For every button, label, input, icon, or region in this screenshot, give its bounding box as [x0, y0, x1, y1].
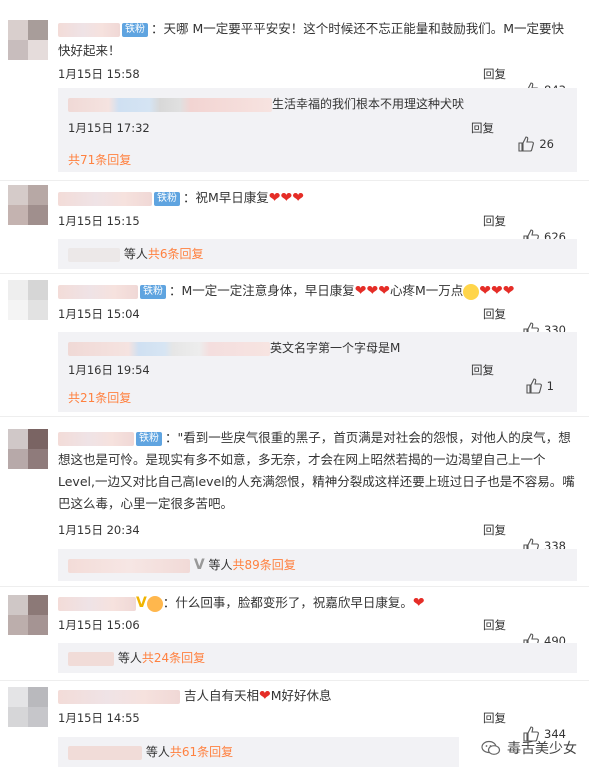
sad-face-emoji	[463, 283, 480, 300]
comment-text: 铁粉 ：天哪 M一定要平平安安！这个时候还不忘正能量和鼓励我们。M一定要快快好起来…	[58, 21, 565, 58]
sub-reply-box: 等人共6条回复	[58, 239, 577, 269]
avatar[interactable]	[8, 595, 48, 635]
avatar[interactable]	[8, 429, 48, 469]
avatar[interactable]	[8, 280, 48, 320]
sub-username[interactable]	[68, 651, 114, 666]
like-button[interactable]: 1	[526, 378, 554, 394]
comment-meta: 1月15日 15:04 回复 330	[58, 306, 578, 338]
comment-3: 铁粉 ：M一定一定注意身体，早日康复❤❤❤心疼M一万点 ❤❤❤ 1月15日 15:0…	[0, 274, 589, 414]
sub-username[interactable]	[68, 341, 270, 356]
view-all-replies-link[interactable]: 共6条回复	[148, 247, 204, 261]
view-all-replies-link[interactable]: 共71条回复	[68, 152, 131, 168]
username[interactable]	[58, 596, 136, 611]
username[interactable]	[58, 689, 180, 704]
sub-reply-box: 等人共24条回复	[58, 643, 577, 673]
timestamp: 1月15日 15:58	[58, 67, 140, 81]
reply-button[interactable]: 回复	[483, 617, 506, 633]
comment-4: 铁粉 ："看到一些戾气很重的黑子，首页满是对社会的怨恨，对他人的戾气，想想这也是可…	[0, 417, 589, 587]
comment-5: V ：什么回事，脸都变形了，祝嘉欣早日康复。❤ 1月15日 15:06 回复 49…	[0, 587, 589, 679]
view-all-replies-link[interactable]: 共24条回复	[142, 651, 205, 665]
fan-badge: 铁粉	[122, 22, 148, 37]
sub-username[interactable]	[68, 558, 190, 573]
sub-reply-meta: 1月15日 17:32 回复 26	[68, 120, 566, 152]
comment-2: 铁粉 ：祝M早日康复❤❤❤ 1月15日 15:15 回复 626 等人共6条回复	[0, 181, 589, 271]
comment-meta: 1月15日 14:55 回复 344	[58, 710, 578, 742]
watermark: 毒舌美少女	[481, 738, 577, 758]
sub-reply: 生活幸福的我们根本不用理这种犬吠	[68, 96, 464, 112]
view-all-replies-link[interactable]: 共61条回复	[170, 745, 233, 759]
sub-reply-meta: 1月16日 19:54 回复 1	[68, 362, 566, 394]
username[interactable]	[58, 22, 120, 37]
heart-emoji: ❤❤❤	[479, 283, 515, 299]
wechat-icon	[481, 740, 501, 755]
username[interactable]	[58, 191, 152, 206]
sub-reply-box: 等人共61条回复	[58, 737, 459, 767]
reply-button[interactable]: 回复	[483, 213, 506, 229]
comment-meta: 1月15日 20:34 回复 338	[58, 522, 578, 554]
reply-button[interactable]: 回复	[483, 306, 506, 322]
sub-username[interactable]	[68, 97, 272, 112]
comment-1: 铁粉 ：天哪 M一定要平平安安！这个时候还不忘正能量和鼓励我们。M一定要快快好起来…	[0, 0, 589, 180]
timestamp: 1月15日 15:15	[58, 214, 140, 228]
reply-button[interactable]: 回复	[483, 522, 506, 538]
comment-meta: 1月15日 15:06 回复 490	[58, 617, 578, 649]
reply-button[interactable]: 回复	[483, 710, 506, 726]
verified-icon: V	[193, 557, 205, 573]
timestamp: 1月15日 15:04	[58, 307, 140, 321]
view-all-replies-link[interactable]: 共21条回复	[68, 390, 131, 406]
comment-text: 铁粉 ：M一定一定注意身体，早日康复❤❤❤心疼M一万点 ❤❤❤	[58, 280, 575, 302]
heart-emoji: ❤❤❤	[268, 190, 304, 206]
reply-button[interactable]: 回复	[471, 362, 494, 378]
sub-reply-box: V 等人共89条回复	[58, 549, 577, 581]
like-count: 26	[539, 137, 554, 151]
fan-medal-icon	[146, 595, 163, 612]
comment-text: 铁粉 ：祝M早日康复❤❤❤	[58, 187, 575, 209]
comment-meta: 1月15日 15:58 回复 843	[58, 66, 578, 98]
fan-badge: 铁粉	[154, 191, 180, 206]
avatar[interactable]	[8, 687, 48, 727]
sub-username[interactable]	[68, 745, 142, 760]
username[interactable]	[58, 284, 138, 299]
thumbs-up-icon	[526, 378, 542, 394]
sub-reply-box: 生活幸福的我们根本不用理这种犬吠 1月15日 17:32 回复 26 共71条回…	[58, 88, 577, 172]
sub-username[interactable]	[68, 247, 120, 262]
timestamp: 1月15日 15:06	[58, 618, 140, 632]
watermark-text: 毒舌美少女	[507, 741, 577, 757]
verified-icon: V	[136, 595, 147, 611]
timestamp: 1月15日 20:34	[58, 523, 140, 537]
heart-emoji: ❤❤❤	[354, 283, 390, 299]
sub-reply-box: 英文名字第一个字母是M 1月16日 19:54 回复 1 共21条回复	[58, 332, 577, 412]
view-all-replies-link[interactable]: 共89条回复	[233, 558, 296, 572]
comment-text: 铁粉 ："看到一些戾气很重的黑子，首页满是对社会的怨恨，对他人的戾气，想想这也是可…	[58, 430, 575, 511]
sub-reply-summary: 等人共61条回复	[68, 744, 233, 760]
sub-reply: 英文名字第一个字母是M	[68, 340, 400, 356]
timestamp: 1月16日 19:54	[68, 363, 150, 377]
comment-6: 吉人自有天相❤M好好休息 1月15日 14:55 回复 344 等人共61条回复	[0, 681, 589, 776]
avatar[interactable]	[8, 20, 48, 60]
sub-reply-summary: V 等人共89条回复	[68, 557, 296, 573]
reply-button[interactable]: 回复	[483, 66, 506, 82]
timestamp: 1月15日 17:32	[68, 121, 150, 135]
username[interactable]	[58, 431, 134, 446]
like-count: 1	[546, 379, 554, 393]
timestamp: 1月15日 14:55	[58, 711, 140, 725]
reply-button[interactable]: 回复	[471, 120, 494, 136]
comment-text: V ：什么回事，脸都变形了，祝嘉欣早日康复。❤	[58, 592, 575, 614]
avatar[interactable]	[8, 185, 48, 225]
sub-reply-summary: 等人共6条回复	[68, 246, 203, 262]
fan-badge: 铁粉	[140, 284, 166, 299]
comment-text: 吉人自有天相❤M好好休息	[58, 685, 575, 707]
fan-badge: 铁粉	[136, 431, 162, 446]
heart-emoji: ❤	[259, 688, 271, 704]
sub-reply-summary: 等人共24条回复	[68, 650, 205, 666]
heart-emoji: ❤	[412, 595, 425, 611]
comment-meta: 1月15日 15:15 回复 626	[58, 213, 578, 245]
like-button[interactable]: 26	[518, 136, 554, 152]
thumbs-up-icon	[518, 136, 535, 152]
